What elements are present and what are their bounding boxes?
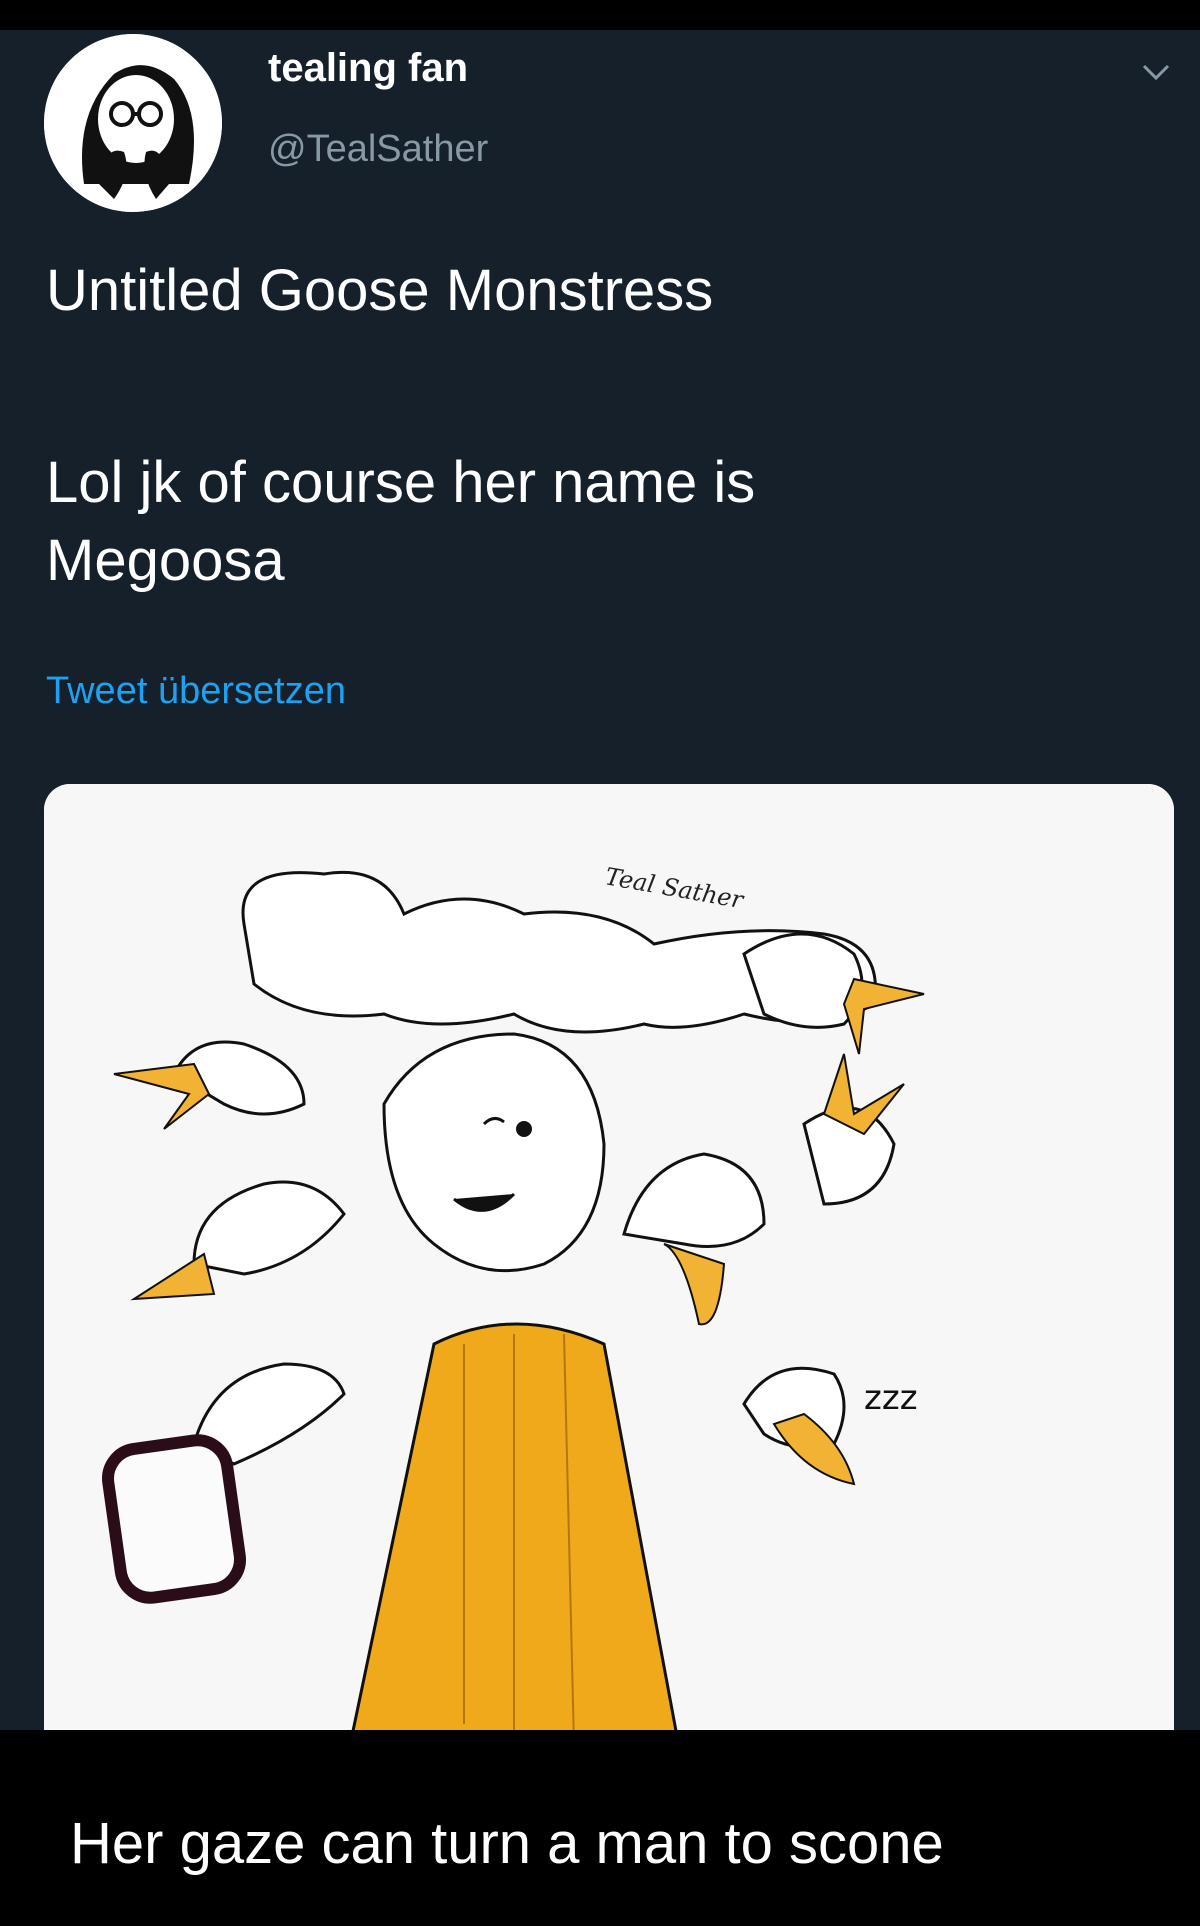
meme-caption: Her gaze can turn a man to scone bbox=[70, 1811, 944, 1876]
tweet-text-line-1: Untitled Goose Monstress bbox=[46, 258, 714, 323]
user-handle[interactable]: @TealSather bbox=[268, 128, 488, 171]
avatar[interactable] bbox=[44, 34, 222, 212]
tweet-text-line-2: Lol jk of course her name is Megoosa bbox=[46, 450, 756, 593]
tweet-media-image[interactable]: Teal Sather zzz bbox=[44, 784, 1174, 1774]
scone-shape bbox=[102, 1434, 246, 1604]
tweet-card: tealing fan @TealSather Untitled Goose M… bbox=[0, 30, 1200, 1774]
top-black-bar bbox=[0, 0, 1200, 30]
avatar-illustration bbox=[44, 34, 222, 212]
chevron-down-icon[interactable] bbox=[1136, 52, 1176, 92]
sleep-zzz: zzz bbox=[864, 1378, 918, 1418]
display-name[interactable]: tealing fan bbox=[268, 46, 468, 91]
translate-tweet-link[interactable]: Tweet übersetzen bbox=[46, 670, 346, 713]
megoosa-illustration: Teal Sather zzz bbox=[44, 784, 1174, 1774]
